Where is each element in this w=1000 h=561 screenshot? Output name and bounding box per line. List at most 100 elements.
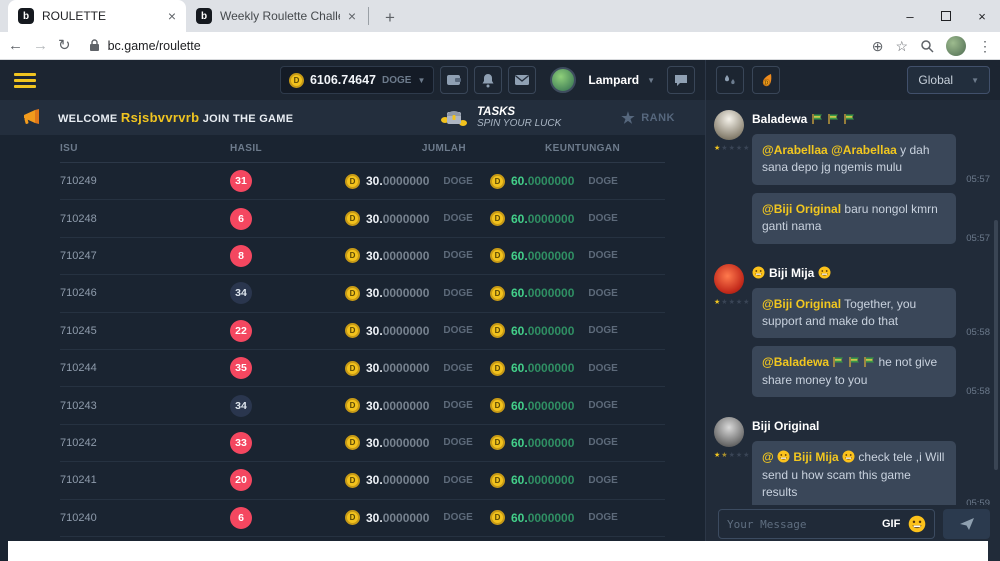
- profit-currency: DOGE: [588, 325, 617, 336]
- browser-profile-avatar[interactable]: [946, 36, 966, 56]
- chat-message-input[interactable]: [727, 518, 874, 531]
- forward-icon[interactable]: →: [33, 38, 48, 53]
- send-button[interactable]: [943, 509, 990, 539]
- balance-selector[interactable]: D 6106.74647 DOGE ▼: [280, 66, 434, 94]
- table-row[interactable]: 710244 35 D30.0000000DOGE D60.0000000DOG…: [60, 350, 665, 387]
- mention[interactable]: @ Biji Mija: [762, 450, 858, 464]
- rain-button[interactable]: [716, 66, 744, 94]
- table-row[interactable]: 710241 20 D30.0000000DOGE D60.0000000DOG…: [60, 462, 665, 499]
- wallet-button[interactable]: [440, 66, 468, 94]
- reload-icon[interactable]: ↻: [58, 38, 71, 53]
- message-time: 05:57: [966, 174, 990, 185]
- search-icon[interactable]: [920, 39, 934, 53]
- doge-coin-icon: D: [490, 248, 505, 263]
- close-tab-icon[interactable]: ×: [348, 9, 356, 23]
- tab-title: Weekly Roulette Challenge - Win: [220, 9, 340, 23]
- live-support-button[interactable]: [667, 66, 695, 94]
- emoji-picker-icon[interactable]: [908, 515, 926, 533]
- table-row[interactable]: 710249 31 D30.0000000DOGE D60.0000000DOG…: [60, 163, 665, 200]
- new-tab-button[interactable]: +: [375, 8, 405, 28]
- profit-currency: DOGE: [588, 400, 617, 411]
- chat-username[interactable]: Biji Original: [752, 419, 990, 433]
- close-window-button[interactable]: ×: [964, 0, 1000, 32]
- amount-int: 30.: [366, 324, 383, 338]
- maximize-icon: [941, 11, 951, 21]
- table-row[interactable]: 710240 6 D30.0000000DOGE D60.0000000DOGE: [60, 500, 665, 537]
- chat-username[interactable]: Biji Mija: [752, 266, 990, 280]
- avatar[interactable]: [714, 264, 744, 294]
- table-row[interactable]: 710245 22 D30.0000000DOGE D60.0000000DOG…: [60, 313, 665, 350]
- chevron-down-icon: ▼: [971, 76, 979, 85]
- tasks-link[interactable]: TASKS SPIN YOUR LUCK: [439, 106, 561, 130]
- message-time: 05:58: [966, 386, 990, 397]
- profit-currency: DOGE: [588, 176, 617, 187]
- bookmark-star-icon[interactable]: ☆: [895, 39, 908, 53]
- profit-frac: 0000000: [528, 436, 575, 450]
- chat-messages[interactable]: ★★★★★ Baladewa @Arabellaa @Arabellaa y d…: [706, 100, 1000, 505]
- mention[interactable]: @Arabellaa: [762, 143, 828, 157]
- messages-button[interactable]: [508, 66, 536, 94]
- address-bar[interactable]: bc.game/roulette: [81, 39, 862, 53]
- tab-roulette[interactable]: b ROULETTE ×: [8, 0, 186, 32]
- profit-amount: D60.0000000DOGE: [490, 286, 665, 301]
- amount-frac: 0000000: [383, 473, 430, 487]
- chevron-down-icon[interactable]: ▼: [647, 76, 655, 85]
- chat-room-select[interactable]: Global ▼: [907, 66, 990, 94]
- welcome-banner: WELCOME Rsjsbvvrvrb JOIN THE GAME TASKS …: [0, 100, 705, 135]
- back-icon[interactable]: ←: [8, 38, 23, 53]
- chat-username[interactable]: Baladewa: [752, 112, 990, 126]
- message-bubble: @ Biji Mija check tele ,i Will send u ho…: [752, 441, 956, 505]
- close-tab-icon[interactable]: ×: [168, 9, 176, 23]
- page-scrollbar[interactable]: [994, 220, 998, 470]
- mention[interactable]: @Biji Original: [762, 202, 841, 216]
- table-row[interactable]: 710246 34 D30.0000000DOGE D60.0000000DOG…: [60, 275, 665, 312]
- table-row[interactable]: 710242 33 D30.0000000DOGE D60.0000000DOG…: [60, 425, 665, 462]
- doge-coin-icon: D: [490, 174, 505, 189]
- chat-message: @Biji Original baru nongol kmrn ganti na…: [752, 193, 990, 244]
- amount-currency: DOGE: [443, 213, 472, 224]
- tasks-title: TASKS: [477, 106, 561, 118]
- amount-currency: DOGE: [443, 512, 472, 523]
- mention[interactable]: @Biji Original: [762, 297, 841, 311]
- minimize-button[interactable]: –: [892, 0, 928, 32]
- rank-link[interactable]: ★ RANK: [621, 109, 675, 127]
- chat-group: ★★★★★ Biji Original @ Biji Mija: [714, 417, 990, 505]
- table-row[interactable]: 710248 6 D30.0000000DOGE D60.0000000DOGE: [60, 200, 665, 237]
- doge-coin-icon: D: [490, 323, 505, 338]
- profit-frac: 0000000: [528, 212, 575, 226]
- install-icon[interactable]: ⊕: [872, 39, 884, 53]
- welcome-player-name[interactable]: Rsjsbvvrvrb: [121, 110, 199, 125]
- chat-sidebar: D Global ▼ ★★★★★ Baladewa: [705, 60, 1000, 561]
- chat-input-box[interactable]: GIF: [718, 509, 935, 539]
- doge-coin-icon: D: [289, 73, 304, 88]
- browser-menu-icon[interactable]: ⋮: [978, 39, 992, 53]
- bet-amount: D30.0000000DOGE: [345, 510, 490, 525]
- table-row[interactable]: 710247 8 D30.0000000DOGE D60.0000000DOGE: [60, 238, 665, 275]
- flag-icon: [843, 113, 855, 125]
- tab-divider: [368, 7, 369, 25]
- result-badge: 20: [230, 469, 252, 491]
- tab-weekly-challenge[interactable]: b Weekly Roulette Challenge - Win ×: [186, 0, 366, 32]
- profit-frac: 0000000: [528, 473, 575, 487]
- profit-amount: D60.0000000DOGE: [490, 323, 665, 338]
- mention[interactable]: @Arabellaa: [831, 143, 897, 157]
- result-badge: 33: [230, 432, 252, 454]
- doge-coin-icon: D: [345, 435, 360, 450]
- site-favicon: b: [18, 8, 34, 24]
- chat-message: @Arabellaa @Arabellaa y dah sana depo jg…: [752, 134, 990, 185]
- notifications-button[interactable]: [474, 66, 502, 94]
- avatar[interactable]: [714, 110, 744, 140]
- user-avatar[interactable]: [550, 67, 576, 93]
- avatar[interactable]: [714, 417, 744, 447]
- coin-drop-button[interactable]: D: [752, 66, 780, 94]
- bet-amount: D30.0000000DOGE: [345, 323, 490, 338]
- gif-button[interactable]: GIF: [882, 518, 900, 530]
- maximize-button[interactable]: [928, 0, 964, 32]
- username[interactable]: Lampard: [588, 73, 639, 87]
- doge-coin-icon: D: [490, 398, 505, 413]
- welcome-suffix: JOIN THE GAME: [203, 113, 294, 125]
- mention[interactable]: @Baladewa: [762, 355, 829, 369]
- table-row[interactable]: 710243 34 D30.0000000DOGE D60.0000000DOG…: [60, 387, 665, 424]
- hamburger-menu-icon[interactable]: [14, 73, 36, 88]
- tab-title: ROULETTE: [42, 9, 160, 23]
